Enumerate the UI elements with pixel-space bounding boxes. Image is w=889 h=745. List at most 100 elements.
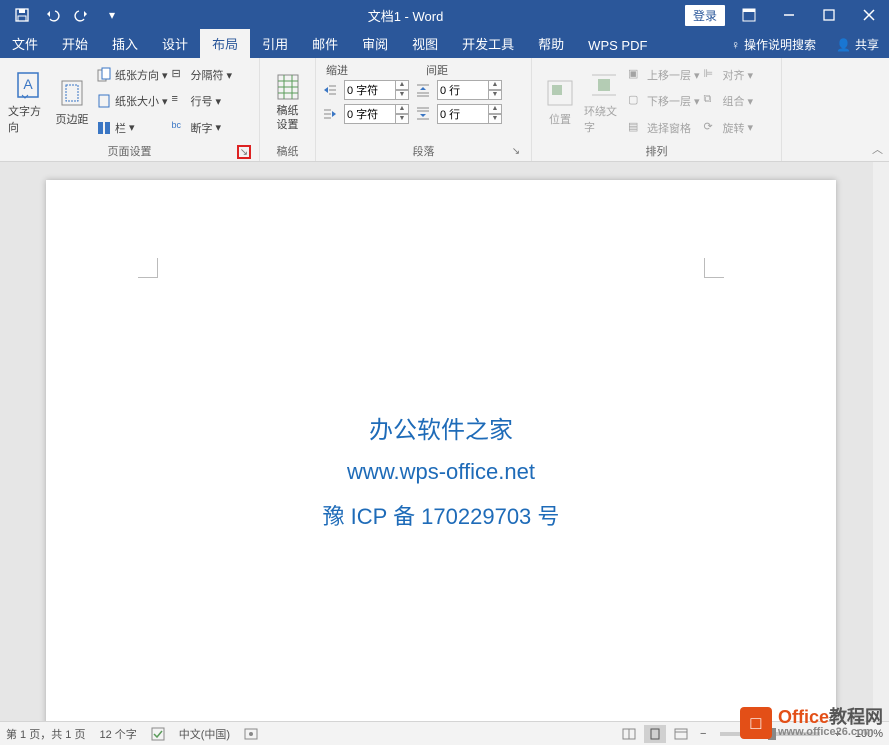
spin-up[interactable]: ▲	[488, 80, 502, 90]
spin-down[interactable]: ▼	[395, 90, 409, 100]
indent-left-input[interactable]: ▲▼	[344, 80, 409, 100]
menu-bar: 文件 开始 插入 设计 布局 引用 邮件 审阅 视图 开发工具 帮助 WPS P…	[0, 30, 889, 58]
size-icon	[96, 93, 112, 109]
doc-line-1: 办公软件之家	[46, 410, 836, 445]
line-numbers-icon: ≡	[172, 93, 188, 109]
page-setup-dialog-launcher[interactable]: ↘	[237, 145, 251, 159]
watermark-badge-icon: □	[740, 707, 772, 739]
status-page[interactable]: 第 1 页，共 1 页	[6, 726, 85, 742]
tab-view[interactable]: 视图	[400, 29, 450, 58]
doc-line-2: www.wps-office.net	[46, 459, 836, 485]
spin-down[interactable]: ▼	[488, 90, 502, 100]
tab-help[interactable]: 帮助	[526, 29, 576, 58]
tab-mailings[interactable]: 邮件	[300, 29, 350, 58]
undo-button[interactable]	[38, 1, 66, 29]
hyphenation-button[interactable]: bc断字▾	[172, 116, 233, 140]
tab-wpspdf[interactable]: WPS PDF	[576, 33, 659, 58]
send-backward-button[interactable]: ▢下移一层▾	[628, 89, 700, 113]
qat-customize-button[interactable]: ▾	[98, 1, 126, 29]
group-icon: ⧉	[704, 93, 720, 109]
view-web-button[interactable]	[670, 725, 692, 743]
line-numbers-button[interactable]: ≡行号▾	[172, 89, 233, 113]
columns-icon	[96, 120, 112, 136]
group-arrange: 位置 环绕文字 ▣上移一层▾ ▢下移一层▾ ▤选择窗格 ⊫对齐▾ ⧉组合▾ ⟳旋…	[532, 58, 782, 161]
tab-layout[interactable]: 布局	[200, 29, 250, 58]
share-icon: 👤	[836, 38, 851, 52]
view-print-button[interactable]	[644, 725, 666, 743]
hyphenation-icon: bc	[172, 120, 188, 136]
close-button[interactable]	[849, 1, 889, 29]
watermark-brand: Office教程网	[778, 708, 883, 726]
tab-file[interactable]: 文件	[0, 29, 50, 58]
svg-text:A: A	[23, 76, 33, 92]
title-bar: ▾ 文档1 - Word 登录	[0, 0, 889, 30]
space-after-input[interactable]: ▲▼	[437, 104, 502, 124]
vertical-scrollbar[interactable]	[873, 162, 889, 721]
indent-right-input[interactable]: ▲▼	[344, 104, 409, 124]
save-button[interactable]	[8, 1, 36, 29]
redo-button[interactable]	[68, 1, 96, 29]
minimize-button[interactable]	[769, 1, 809, 29]
collapse-ribbon-button[interactable]: ︿	[872, 141, 883, 157]
size-button[interactable]: 纸张大小▾	[96, 89, 168, 113]
indent-left-icon	[322, 82, 338, 98]
tab-insert[interactable]: 插入	[100, 29, 150, 58]
orientation-button[interactable]: 纸张方向▾	[96, 63, 168, 87]
columns-button[interactable]: 栏▾	[96, 116, 168, 140]
document-area: 办公软件之家 www.wps-office.net 豫 ICP 备 170229…	[0, 162, 889, 721]
login-button[interactable]: 登录	[685, 5, 725, 26]
tell-me-search[interactable]: ♀操作说明搜索	[721, 31, 826, 58]
spin-down[interactable]: ▼	[395, 114, 409, 124]
rotate-button[interactable]: ⟳旋转▾	[704, 116, 754, 140]
tab-developer[interactable]: 开发工具	[450, 29, 526, 58]
zoom-out-button[interactable]: −	[696, 728, 710, 740]
maximize-button[interactable]	[809, 1, 849, 29]
tab-review[interactable]: 审阅	[350, 29, 400, 58]
view-read-button[interactable]	[618, 725, 640, 743]
spin-up[interactable]: ▲	[395, 104, 409, 114]
space-before-icon	[415, 82, 431, 98]
spin-up[interactable]: ▲	[395, 80, 409, 90]
spin-down[interactable]: ▼	[488, 114, 502, 124]
window-controls: 登录	[685, 1, 889, 29]
tab-references[interactable]: 引用	[250, 29, 300, 58]
bring-forward-button[interactable]: ▣上移一层▾	[628, 63, 700, 87]
group-objects-button[interactable]: ⧉组合▾	[704, 89, 754, 113]
margin-corner-tr	[704, 258, 724, 278]
indent-header: 缩进	[322, 62, 422, 80]
spin-up[interactable]: ▲	[488, 104, 502, 114]
page-setup-label: 页面设置	[108, 143, 152, 159]
position-button[interactable]: 位置	[538, 62, 582, 141]
ribbon: A 文字方向 页边距 纸张方向▾ 纸张大小▾ 栏▾ ⊟分隔符▾ ≡行号▾ bc断…	[0, 58, 889, 162]
text-direction-button[interactable]: A 文字方向	[6, 62, 50, 141]
align-button[interactable]: ⊫对齐▾	[704, 63, 754, 87]
watermark-url: www.office26.com	[778, 726, 883, 738]
ribbon-display-button[interactable]	[729, 1, 769, 29]
quick-access-toolbar: ▾	[0, 1, 126, 29]
breaks-button[interactable]: ⊟分隔符▾	[172, 63, 233, 87]
share-button[interactable]: 👤共享	[826, 31, 889, 58]
status-word-count[interactable]: 12 个字	[99, 726, 136, 742]
window-title: 文档1 - Word	[126, 6, 685, 25]
document-content: 办公软件之家 www.wps-office.net 豫 ICP 备 170229…	[46, 410, 836, 531]
watermark: □ Office教程网 www.office26.com	[740, 707, 883, 739]
status-macro[interactable]	[244, 727, 258, 741]
status-language[interactable]: 中文(中国)	[179, 726, 230, 742]
tab-design[interactable]: 设计	[150, 29, 200, 58]
document-page[interactable]: 办公软件之家 www.wps-office.net 豫 ICP 备 170229…	[46, 180, 836, 721]
selection-pane-icon: ▤	[628, 120, 644, 136]
manuscript-settings-button[interactable]: 稿纸设置	[266, 62, 309, 141]
space-after-icon	[415, 106, 431, 122]
space-before-input[interactable]: ▲▼	[437, 80, 502, 100]
send-backward-icon: ▢	[628, 93, 644, 109]
status-spellcheck[interactable]	[151, 727, 165, 741]
paragraph-dialog-launcher[interactable]: ↘	[509, 145, 523, 159]
wrap-text-button[interactable]: 环绕文字	[582, 62, 626, 141]
group-manuscript: 稿纸设置 稿纸	[260, 58, 316, 161]
bring-forward-icon: ▣	[628, 67, 644, 83]
tab-home[interactable]: 开始	[50, 29, 100, 58]
margins-button[interactable]: 页边距	[50, 62, 94, 141]
selection-pane-button[interactable]: ▤选择窗格	[628, 116, 700, 140]
breaks-icon: ⊟	[172, 67, 188, 83]
margin-corner-tl	[138, 258, 158, 278]
